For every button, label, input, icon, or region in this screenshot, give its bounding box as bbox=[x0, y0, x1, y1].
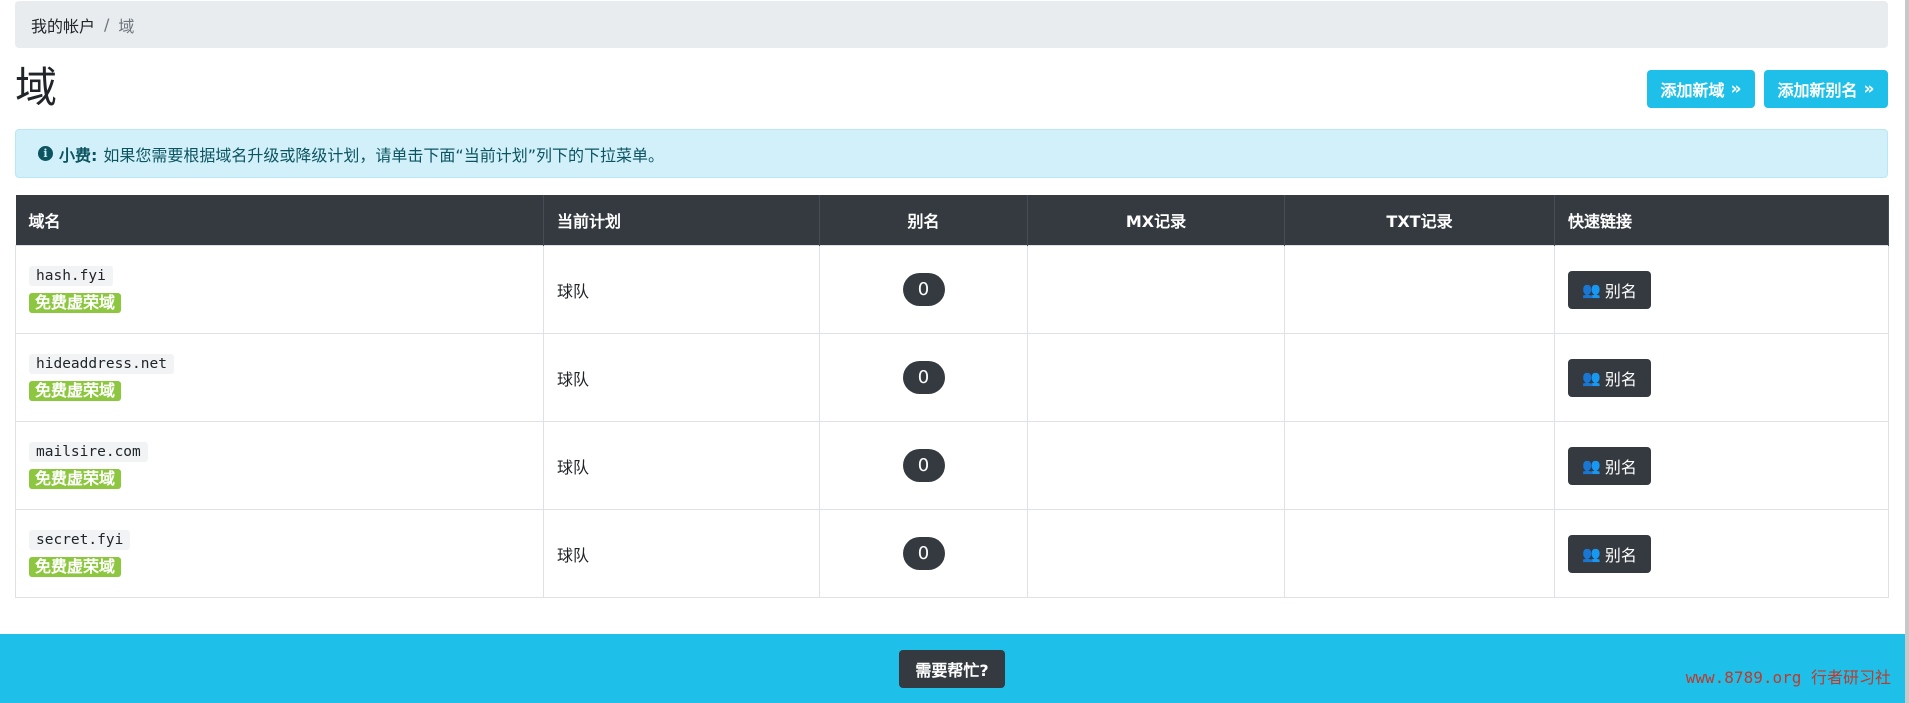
need-help-button[interactable]: 需要帮忙? bbox=[899, 650, 1005, 688]
tip-alert: i 小费: 如果您需要根据域名升级或降级计划，请单击下面“当前计划”列下的下拉菜… bbox=[15, 129, 1888, 178]
free-vanity-badge: 免费虚荣域 bbox=[29, 381, 122, 402]
alert-text: 如果您需要根据域名升级或降级计划，请单击下面“当前计划”列下的下拉菜单。 bbox=[103, 145, 664, 165]
alias-count-badge: 0 bbox=[902, 361, 945, 394]
add-domain-label: 添加新域 bbox=[1660, 81, 1725, 100]
aliases-cell: 0 bbox=[819, 509, 1028, 598]
column-header-aliases: 别名 bbox=[819, 195, 1028, 246]
mx-cell bbox=[1027, 333, 1285, 422]
aliases-button[interactable]: 👥 别名 bbox=[1568, 446, 1651, 485]
chevron-right-icon: » bbox=[1730, 79, 1742, 99]
column-header-mx: MX记录 bbox=[1027, 195, 1285, 246]
quick-links-cell: 👥 别名 bbox=[1554, 333, 1889, 422]
aliases-button-label: 别名 bbox=[1604, 281, 1637, 301]
aliases-cell: 0 bbox=[819, 421, 1028, 510]
txt-cell bbox=[1284, 509, 1555, 598]
users-icon: 👥 bbox=[1582, 368, 1601, 387]
plan-dropdown[interactable]: 球队 bbox=[543, 509, 820, 598]
plan-dropdown[interactable]: 球队 bbox=[543, 333, 820, 422]
quick-links-cell: 👥 别名 bbox=[1554, 421, 1889, 510]
domain-cell: mailsire.com 免费虚荣域 bbox=[15, 421, 544, 510]
free-vanity-badge: 免费虚荣域 bbox=[29, 469, 122, 490]
breadcrumb-separator: / bbox=[104, 15, 110, 34]
info-circle-icon: i bbox=[38, 146, 53, 161]
aliases-button-label: 别名 bbox=[1604, 545, 1637, 565]
quick-links-cell: 👥 别名 bbox=[1554, 245, 1889, 334]
aliases-button[interactable]: 👥 别名 bbox=[1568, 270, 1651, 309]
mx-cell bbox=[1027, 245, 1285, 334]
aliases-button[interactable]: 👥 别名 bbox=[1568, 534, 1651, 573]
aliases-button-label: 别名 bbox=[1604, 457, 1637, 477]
txt-cell bbox=[1284, 245, 1555, 334]
breadcrumb-my-account-link[interactable]: 我的帐户 bbox=[31, 13, 95, 37]
watermark-text: www.8789.org 行者研习社 bbox=[1685, 668, 1891, 687]
plan-dropdown[interactable]: 球队 bbox=[543, 421, 820, 510]
users-icon: 👥 bbox=[1582, 456, 1601, 475]
aliases-button-label: 别名 bbox=[1604, 369, 1637, 389]
domain-cell: hideaddress.net 免费虚荣域 bbox=[15, 333, 544, 422]
add-alias-label: 添加新别名 bbox=[1777, 81, 1858, 100]
txt-cell bbox=[1284, 333, 1555, 422]
column-header-txt: TXT记录 bbox=[1284, 195, 1555, 246]
alert-label: 小费: bbox=[59, 145, 98, 165]
domain-name: mailsire.com bbox=[29, 441, 148, 463]
column-header-plan: 当前计划 bbox=[543, 195, 820, 246]
domain-name: hash.fyi bbox=[29, 265, 113, 287]
breadcrumb-current: 域 bbox=[118, 16, 135, 36]
domain-cell: secret.fyi 免费虚荣域 bbox=[15, 509, 544, 598]
alias-count-badge: 0 bbox=[902, 449, 945, 482]
domain-cell: hash.fyi 免费虚荣域 bbox=[15, 245, 544, 334]
domain-name: secret.fyi bbox=[29, 529, 131, 551]
table-row: hash.fyi 免费虚荣域 球队 0 👥 别名 bbox=[15, 245, 1889, 334]
aliases-button[interactable]: 👥 别名 bbox=[1568, 358, 1651, 397]
users-icon: 👥 bbox=[1582, 280, 1601, 299]
users-icon: 👥 bbox=[1582, 544, 1601, 563]
quick-links-cell: 👥 别名 bbox=[1554, 509, 1889, 598]
alias-count-badge: 0 bbox=[902, 273, 945, 306]
column-header-quick-links: 快速链接 bbox=[1554, 195, 1889, 246]
chevron-right-icon: » bbox=[1863, 79, 1875, 99]
add-domain-button[interactable]: 添加新域 » bbox=[1647, 70, 1755, 108]
domains-table: 域名 当前计划 别名 MX记录 TXT记录 快速链接 hash.fyi 免费虚荣… bbox=[15, 195, 1889, 598]
table-row: mailsire.com 免费虚荣域 球队 0 👥 别名 bbox=[15, 421, 1889, 510]
alias-count-badge: 0 bbox=[902, 537, 945, 570]
column-header-domain: 域名 bbox=[15, 195, 544, 246]
txt-cell bbox=[1284, 421, 1555, 510]
domain-name: hideaddress.net bbox=[29, 353, 174, 375]
table-header-row: 域名 当前计划 别名 MX记录 TXT记录 快速链接 bbox=[15, 195, 1889, 246]
help-footer: 需要帮忙? www.8789.org 行者研习社 bbox=[0, 634, 1909, 703]
aliases-cell: 0 bbox=[819, 333, 1028, 422]
table-row: hideaddress.net 免费虚荣域 球队 0 👥 别名 bbox=[15, 333, 1889, 422]
aliases-cell: 0 bbox=[819, 245, 1028, 334]
page-title: 域 bbox=[15, 63, 58, 112]
free-vanity-badge: 免费虚荣域 bbox=[29, 557, 122, 578]
breadcrumb: 我的帐户 / 域 bbox=[15, 1, 1888, 48]
free-vanity-badge: 免费虚荣域 bbox=[29, 293, 122, 314]
table-row: secret.fyi 免费虚荣域 球队 0 👥 别名 bbox=[15, 509, 1889, 598]
plan-dropdown[interactable]: 球队 bbox=[543, 245, 820, 334]
mx-cell bbox=[1027, 421, 1285, 510]
vertical-scrollbar[interactable] bbox=[1905, 0, 1909, 703]
add-alias-button[interactable]: 添加新别名 » bbox=[1764, 70, 1888, 108]
mx-cell bbox=[1027, 509, 1285, 598]
